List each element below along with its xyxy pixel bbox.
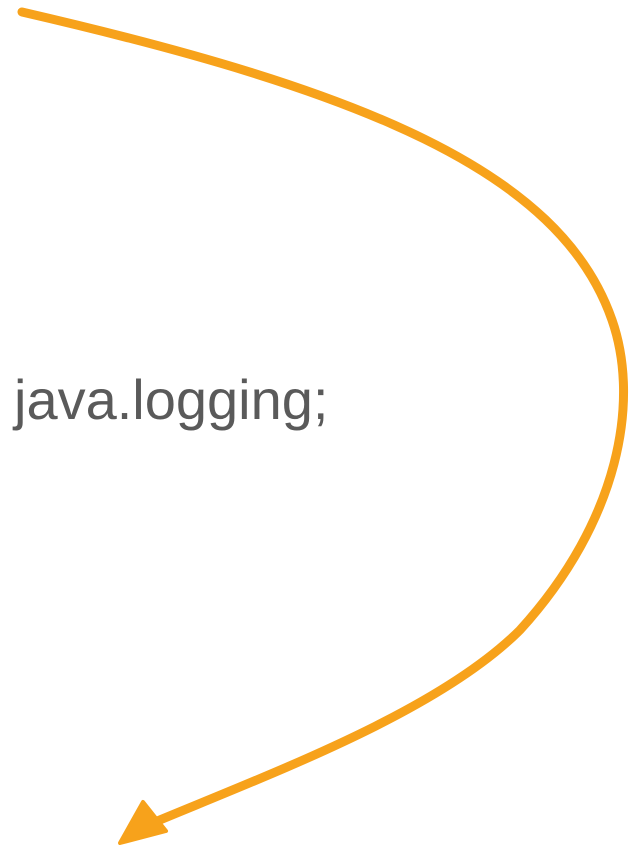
code-label: java.logging; (14, 368, 329, 431)
diagram-canvas: java.logging; (0, 0, 640, 853)
arrow-head (118, 800, 168, 845)
